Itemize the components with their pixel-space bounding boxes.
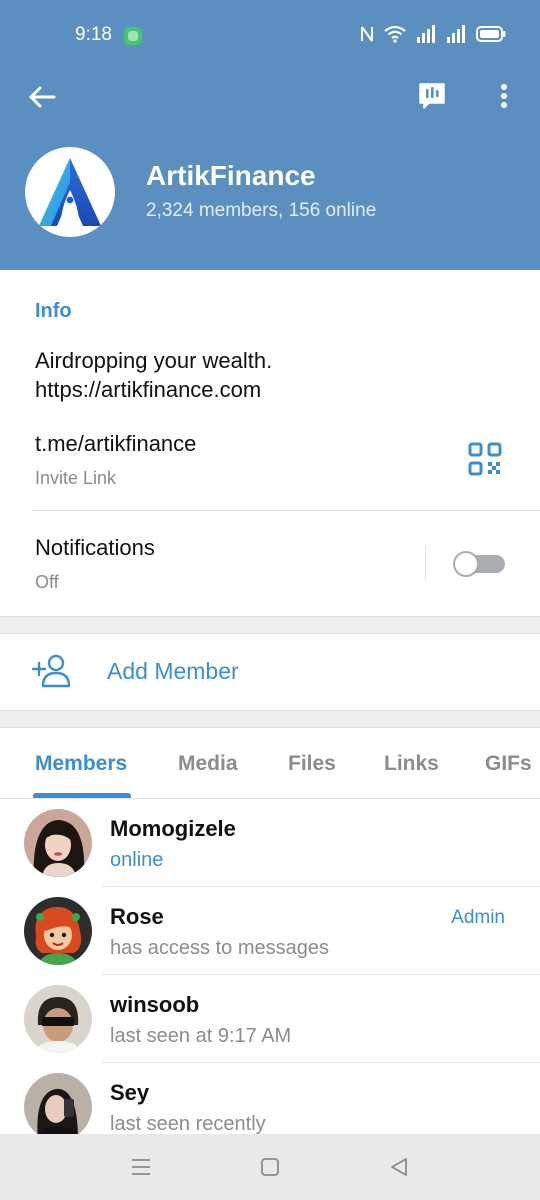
- section-gap: [0, 616, 540, 634]
- avatar[interactable]: [24, 1073, 92, 1134]
- app-notification-icon: [124, 27, 142, 45]
- status-time: 9:18: [75, 24, 112, 45]
- vertical-divider: [425, 546, 426, 580]
- tab-links[interactable]: Links: [384, 752, 439, 776]
- arrow-left-icon: [29, 86, 56, 108]
- voice-chat-button[interactable]: [412, 76, 452, 116]
- menu-button[interactable]: [128, 1154, 154, 1180]
- toggle-knob: [453, 551, 479, 577]
- home-icon: [261, 1158, 279, 1176]
- status-icons: [360, 25, 506, 43]
- menu-icon: [132, 1159, 150, 1175]
- artikfinance-logo: [39, 158, 101, 226]
- avatar[interactable]: [24, 897, 92, 965]
- tab-gifs[interactable]: GIFs: [485, 752, 532, 776]
- member-status: online: [110, 849, 164, 871]
- member-row[interactable]: winsoob last seen at 9:17 AM: [0, 975, 540, 1063]
- nfc-icon: [361, 26, 373, 42]
- member-status: last seen recently: [110, 1113, 266, 1134]
- qr-code-icon: [468, 442, 502, 476]
- avatar[interactable]: [24, 985, 92, 1053]
- member-row[interactable]: Rose has access to messages Admin: [0, 887, 540, 975]
- tab-members[interactable]: Members: [35, 752, 127, 776]
- add-member-label: Add Member: [107, 658, 239, 684]
- member-name: Rose: [110, 904, 164, 929]
- group-name: ArtikFinance: [146, 160, 316, 191]
- invite-link-caption: Invite Link: [35, 468, 117, 488]
- back-button[interactable]: [22, 77, 62, 117]
- description-link[interactable]: https://artikfinance.com: [35, 375, 272, 404]
- system-navigation-bar: [0, 1134, 540, 1200]
- signal-icon: [417, 25, 435, 43]
- wifi-icon: [384, 25, 406, 43]
- member-row[interactable]: Momogizele online: [0, 799, 540, 887]
- member-name: Momogizele: [110, 816, 236, 841]
- group-member-count: 2,324 members, 156 online: [146, 200, 377, 221]
- member-name: Sey: [110, 1080, 150, 1105]
- member-status: last seen at 9:17 AM: [110, 1025, 292, 1047]
- members-list: Momogizele online Rose has access to mes…: [0, 799, 540, 1134]
- group-description[interactable]: Airdropping your wealth. https://artikfi…: [35, 346, 272, 404]
- notifications-label[interactable]: Notifications: [35, 535, 155, 561]
- notifications-toggle[interactable]: [453, 551, 505, 577]
- add-member-row[interactable]: Add Member: [0, 634, 540, 710]
- description-line: Airdropping your wealth.: [35, 348, 273, 373]
- add-user-icon: [31, 654, 72, 690]
- back-triangle-icon: [391, 1158, 407, 1176]
- avatar[interactable]: [24, 809, 92, 877]
- section-gap: [0, 710, 540, 728]
- info-section: Info Airdropping your wealth. https://ar…: [0, 270, 540, 616]
- notifications-state: Off: [35, 572, 59, 592]
- member-status: has access to messages: [110, 937, 329, 959]
- tab-files[interactable]: Files: [288, 752, 336, 776]
- admin-badge: Admin: [451, 907, 505, 928]
- voice-chat-icon: [419, 83, 445, 109]
- tab-media[interactable]: Media: [178, 752, 238, 776]
- invite-link[interactable]: t.me/artikfinance: [35, 431, 196, 457]
- media-tabs: Members Media Files Links GIFs: [0, 728, 540, 799]
- more-vertical-icon: [501, 84, 507, 108]
- back-nav-button[interactable]: [386, 1154, 412, 1180]
- home-button[interactable]: [257, 1154, 283, 1180]
- qr-code-button[interactable]: [468, 442, 504, 478]
- status-bar: 9:18: [0, 0, 540, 72]
- divider: [32, 510, 540, 511]
- info-section-title: Info: [35, 300, 72, 322]
- group-avatar[interactable]: [25, 147, 115, 237]
- member-name: winsoob: [110, 992, 200, 1017]
- more-options-button[interactable]: [486, 76, 522, 116]
- profile-header: 9:18 ArtikFinance 2,324 members, 156 onl…: [0, 0, 540, 270]
- battery-icon: [476, 26, 506, 42]
- active-tab-indicator: [33, 793, 131, 798]
- member-row[interactable]: Sey last seen recently: [0, 1063, 540, 1134]
- signal-icon: [447, 25, 465, 43]
